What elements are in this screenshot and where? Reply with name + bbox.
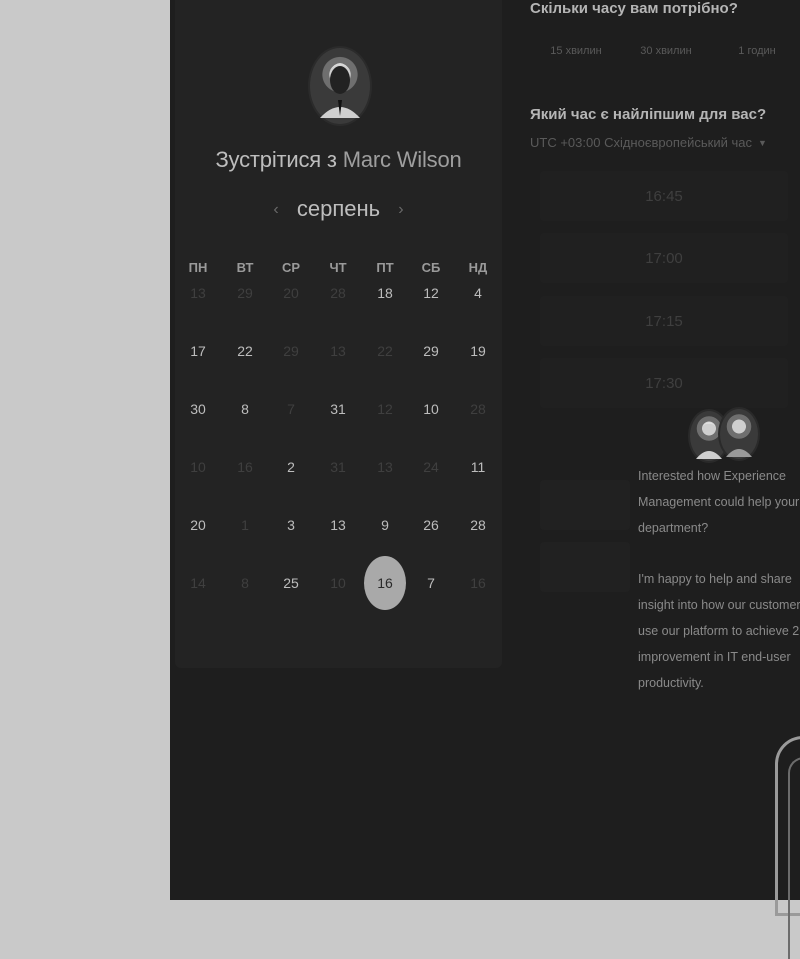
calendar-day[interactable]: 11 [458, 447, 498, 487]
calendar-day[interactable]: 25 [271, 563, 311, 603]
calendar-day[interactable]: 18 [365, 273, 405, 313]
calendar-day: 10 [190, 459, 206, 475]
calendar-day[interactable]: 31 [318, 389, 358, 429]
timezone-select[interactable]: UTC +03:00 Східноєвропейський час ▼ [530, 135, 767, 150]
calendar-day-selected[interactable]: 16 [364, 556, 406, 610]
calendar-day[interactable]: 19 [458, 331, 498, 371]
time-slot[interactable]: 16:45 [540, 171, 788, 221]
calendar-day: 14 [190, 575, 206, 591]
message-line: department? [638, 521, 709, 535]
calendar-day: 28 [470, 401, 486, 417]
message-line: I'm happy to help and share [638, 572, 792, 586]
calendar-day: 8 [241, 575, 249, 591]
calendar-day[interactable]: 9 [365, 505, 405, 545]
calendar-day[interactable]: 29 [411, 331, 451, 371]
chevron-right-icon[interactable]: › [398, 201, 403, 218]
message-line: insight into how our customers [638, 598, 800, 612]
calendar-day[interactable]: 7 [411, 563, 451, 603]
calendar-day: 29 [237, 285, 253, 301]
calendar-day: 1 [241, 517, 249, 533]
calendar-day: 28 [330, 285, 346, 301]
page-title: Зустрітися з Marc Wilson [175, 147, 502, 173]
calendar-day: 13 [377, 459, 393, 475]
calendar-day: 10 [330, 575, 346, 591]
calendar-day: 13 [190, 285, 206, 301]
time-slot[interactable]: 17:00 [540, 233, 788, 283]
person-silhouette-icon [320, 63, 360, 118]
message-line: improvement in IT end-user [638, 650, 791, 664]
calendar-day: 16 [237, 459, 253, 475]
caret-down-icon: ▼ [757, 138, 767, 148]
time-slot[interactable]: 17:15 [540, 296, 788, 346]
message-line: use our platform to achieve 26% [638, 624, 800, 638]
duration-option[interactable]: 15 хвилин [536, 45, 616, 57]
message-line: Management could help your IT [638, 495, 800, 509]
month-label: серпень [296, 196, 381, 221]
calendar-day[interactable]: 20 [178, 505, 218, 545]
team-avatars [688, 407, 760, 463]
title-prefix: Зустрітися з [215, 147, 337, 172]
calendar-day: 16 [470, 575, 486, 591]
calendar-day: 22 [377, 343, 393, 359]
duration-question: Скільки часу вам потрібно? [530, 0, 738, 17]
message-paragraph-1: Interested how Experience Management cou… [638, 463, 800, 541]
calendar-day[interactable]: 28 [458, 505, 498, 545]
message-line: productivity. [638, 676, 704, 690]
calendar-day[interactable]: 3 [271, 505, 311, 545]
faded-time-slot [540, 542, 630, 592]
calendar-day: 31 [330, 459, 346, 475]
message-line: Interested how Experience [638, 469, 787, 483]
calendar-day: 13 [330, 343, 346, 359]
time-question: Який час є найліпшим для вас? [530, 106, 767, 123]
calendar-day[interactable]: 12 [411, 273, 451, 313]
calendar-day[interactable]: 2 [271, 447, 311, 487]
calendar-day[interactable]: 22 [225, 331, 265, 371]
calendar-day[interactable]: 10 [411, 389, 451, 429]
host-avatar [308, 46, 372, 126]
duration-option[interactable]: 30 хвилин [626, 45, 706, 57]
calendar-day[interactable]: 17 [178, 331, 218, 371]
calendar-day: 20 [283, 285, 299, 301]
calendar-day[interactable]: 26 [411, 505, 451, 545]
month-navigation: ‹ серпень › [175, 196, 502, 222]
calendar-day[interactable]: 8 [225, 389, 265, 429]
calendar-day[interactable]: 30 [178, 389, 218, 429]
duration-option[interactable]: 1 годин [717, 45, 797, 57]
message-paragraph-2: I'm happy to help and share insight into… [638, 566, 800, 696]
chevron-left-icon[interactable]: ‹ [273, 201, 278, 218]
calendar-day: 29 [283, 343, 299, 359]
faded-time-slot [540, 480, 630, 530]
person-silhouette-icon [726, 420, 752, 457]
calendar-day[interactable]: 4 [458, 273, 498, 313]
avatar [718, 407, 760, 461]
calendar-day: 7 [287, 401, 295, 417]
device-illustration [775, 736, 800, 959]
calendar-day[interactable]: 13 [318, 505, 358, 545]
host-name: Marc Wilson [342, 147, 462, 172]
calendar-day: 12 [377, 401, 393, 417]
timezone-label: UTC +03:00 Східноєвропейський час [530, 135, 752, 150]
calendar-day: 24 [423, 459, 439, 475]
time-slot[interactable]: 17:30 [540, 358, 788, 408]
